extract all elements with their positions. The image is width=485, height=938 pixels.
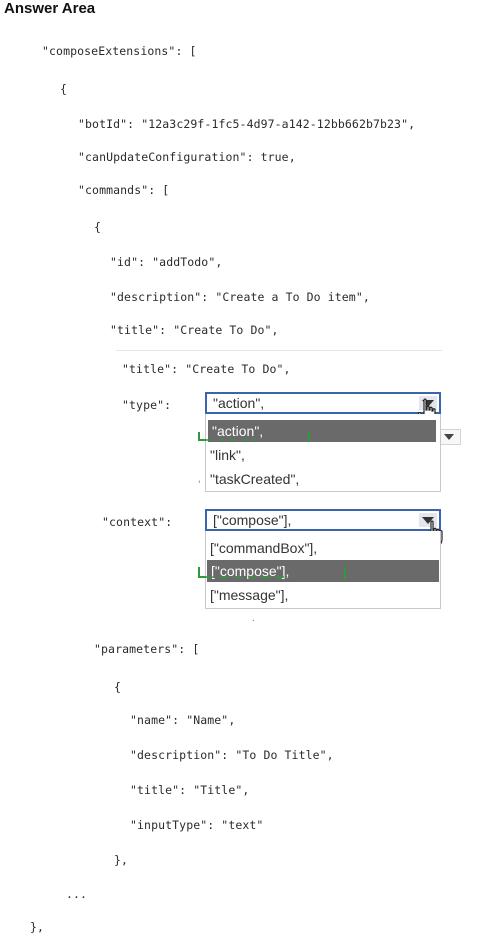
code-line-parameter-title: "title": "Title", — [130, 783, 250, 797]
code-line-commands: "commands": [ — [78, 183, 170, 197]
ghost-dropdown-arrow — [439, 429, 461, 445]
context-dropdown[interactable]: ["compose"], — [205, 509, 441, 531]
code-line-context-key: "context": — [102, 515, 173, 529]
context-dropdown-selected: ["compose"], — [213, 512, 292, 528]
type-dropdown-selected: "action", — [213, 395, 265, 411]
code-line-ellipsis: ... — [66, 887, 88, 901]
code-line-close-brace: }, — [30, 920, 45, 934]
green-answer-marker — [198, 432, 310, 442]
type-option-task-created[interactable]: "taskCreated", — [206, 468, 299, 490]
code-line-parameter-name: "name": "Name", — [130, 713, 236, 727]
code-line-open-brace: { — [60, 82, 68, 96]
type-option-link[interactable]: "link", — [206, 444, 245, 466]
code-line-parameters: "parameters": [ — [94, 642, 200, 656]
stray-tick-mark: . — [252, 614, 255, 624]
code-line-parameter-open-brace: { — [114, 680, 122, 694]
code-line-id: "id": "addTodo", — [110, 255, 223, 269]
code-line-bot-id: "botId": "12a3c29f-1fc5-4d97-a142-12bb66… — [78, 117, 416, 131]
code-line-parameter-close-brace: }, — [114, 853, 129, 867]
code-line-compose-extensions: "composeExtensions": [ — [42, 44, 197, 58]
context-option-message[interactable]: ["message"], — [206, 584, 288, 606]
code-line-title-repeated: "title": "Create To Do", — [122, 362, 291, 376]
code-line-type-key: "type": — [122, 398, 172, 412]
type-options-list: "action", "link", "taskCreated", — [205, 414, 441, 492]
code-line-parameter-description: "description": "To Do Title", — [130, 748, 334, 762]
type-dropdown[interactable]: "action", — [205, 392, 441, 414]
code-line-can-update-configuration: "canUpdateConfiguration": true, — [78, 150, 296, 164]
code-line-command-open-brace: { — [94, 220, 102, 234]
green-answer-marker — [198, 567, 346, 579]
code-line-parameter-input-type: "inputType": "text" — [130, 818, 264, 832]
chevron-down-icon — [444, 434, 454, 440]
code-line-title: "title": "Create To Do", — [110, 323, 279, 337]
answer-area-heading: Answer Area — [4, 0, 96, 17]
divider-line — [116, 350, 442, 351]
code-line-description: "description": "Create a To Do item", — [110, 290, 370, 304]
context-option-command-box[interactable]: ["commandBox"], — [206, 537, 317, 559]
stray-tick-mark: ' — [198, 480, 201, 490]
